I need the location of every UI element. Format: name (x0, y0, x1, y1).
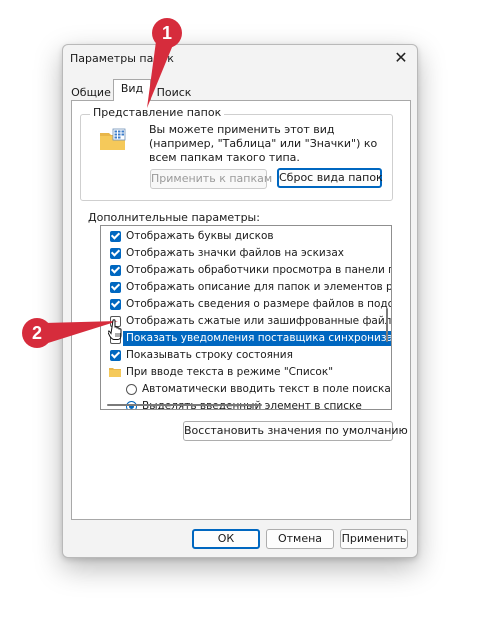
advanced-settings-label: Дополнительные параметры: (88, 211, 260, 224)
horizontal-scrollbar[interactable] (107, 404, 262, 406)
folder-views-description: Вы можете применить этот вид (например, … (149, 123, 378, 164)
checkbox-checked-icon[interactable] (110, 282, 121, 293)
checkbox-checked-icon[interactable] (110, 248, 121, 259)
annotation-badge-1: 1 (152, 18, 182, 48)
close-icon[interactable]: ✕ (390, 47, 412, 69)
list-item-label: Показать уведомления поставщика синхрони… (123, 331, 391, 346)
restore-defaults-button[interactable]: Восстановить значения по умолчанию (183, 421, 408, 441)
cancel-button[interactable]: Отмена (266, 529, 334, 549)
folder-icon (99, 128, 127, 155)
list-item-label: Отображать обработчики просмотра в панел… (126, 264, 391, 276)
apply-to-folders-button[interactable]: Применить к папкам (150, 169, 272, 189)
folder-options-dialog: Параметры папок ✕ Общие Вид Поиск Предст… (62, 44, 418, 558)
list-item-label: Отображать сжатые или зашифрованные файл… (126, 315, 392, 327)
vertical-scrollbar[interactable] (386, 308, 388, 342)
checkbox-checked-icon[interactable] (110, 350, 121, 361)
advanced-settings-list[interactable]: Отображать буквы дисков Отображать значк… (100, 225, 392, 410)
list-item-label: Отображать сведения о размере файлов в п… (126, 298, 392, 310)
annotation-badge-2: 2 (22, 318, 52, 348)
checkbox-checked-icon[interactable] (110, 231, 121, 242)
checkbox-checked-icon[interactable] (110, 265, 121, 276)
reset-folders-button[interactable]: Сброс вида папок (277, 168, 383, 188)
folder-icon (109, 368, 121, 377)
apply-button[interactable]: Применить (340, 529, 408, 549)
list-item-label: Отображать значки файлов на эскизах (126, 247, 344, 259)
hand-cursor-icon (108, 319, 122, 340)
list-item-label: Отображать описание для папок и элементо… (126, 281, 391, 293)
radio-unchecked-icon[interactable] (126, 384, 137, 395)
list-item-selected[interactable]: Показать уведомления поставщика синхрони… (101, 331, 391, 346)
list-item-label: При вводе текста в режиме "Список" (126, 366, 334, 378)
list-item-label: Отображать буквы дисков (126, 230, 274, 242)
list-item-label: Показывать строку состояния (126, 349, 293, 361)
list-item-label: Автоматически вводить текст в поле поиск… (142, 383, 391, 395)
ok-button[interactable]: ОК (192, 529, 260, 549)
